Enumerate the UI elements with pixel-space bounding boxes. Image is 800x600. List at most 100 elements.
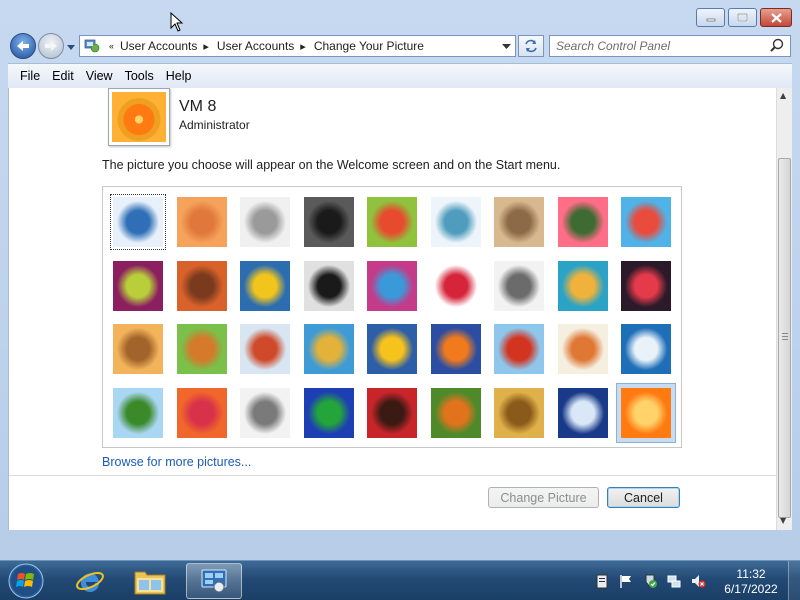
record-player-image	[303, 197, 354, 247]
maximize-button[interactable]	[728, 8, 757, 27]
address-overflow[interactable]: «	[109, 41, 114, 51]
woven-pattern-image	[367, 387, 417, 438]
search-icon[interactable]	[768, 38, 786, 54]
picture-option-roller-coaster[interactable]	[110, 194, 166, 250]
lucky-cat-image	[367, 197, 417, 247]
picture-option-tin-robot[interactable]	[240, 324, 290, 374]
picture-option-starfish[interactable]	[176, 197, 227, 247]
address-bar[interactable]: « User Accounts ▸ User Accounts ▸ Change Y…	[79, 35, 516, 57]
start-button[interactable]	[4, 561, 48, 600]
picture-option-woven-fabric[interactable]	[176, 260, 227, 311]
menu-edit[interactable]: Edit	[46, 69, 80, 83]
picture-option-marbles[interactable]	[240, 387, 290, 438]
search-box[interactable]	[549, 35, 791, 57]
picture-option-butterfly[interactable]	[430, 387, 481, 438]
fish-image	[430, 324, 481, 374]
picture-option-striped-fabric[interactable]	[176, 387, 227, 438]
picture-option-hot-air-balloon[interactable]	[494, 324, 544, 374]
green-window-image	[303, 387, 354, 438]
system-tray	[594, 561, 706, 600]
picture-option-green-window[interactable]	[303, 387, 354, 438]
picture-option-robot-toy[interactable]	[240, 197, 290, 247]
breadcrumb-user-accounts-2[interactable]: User Accounts ▸	[217, 39, 314, 53]
picture-option-dog[interactable]	[303, 260, 354, 311]
address-row: « User Accounts ▸ User Accounts ▸ Change Y…	[0, 32, 800, 60]
picture-option-sailboat[interactable]	[621, 324, 671, 374]
instruction-text: The picture you choose will appear on th…	[102, 158, 561, 172]
picture-option-woven-pattern[interactable]	[367, 387, 417, 438]
picture-option-stairs[interactable]	[557, 260, 608, 311]
grip-line	[782, 333, 788, 334]
chevron-right-icon[interactable]: ▸	[203, 40, 209, 53]
minimize-button[interactable]	[696, 8, 725, 27]
red-star-image	[430, 260, 481, 311]
picture-option-pomeranian[interactable]	[176, 324, 227, 374]
address-dropdown-icon[interactable]	[502, 43, 511, 50]
taskbar-control-panel[interactable]	[186, 563, 242, 599]
scroll-up-icon[interactable]: ▲	[780, 91, 786, 100]
breadcrumb-user-accounts-1[interactable]: User Accounts ▸	[120, 39, 217, 53]
picture-option-jacks[interactable]	[494, 260, 544, 311]
security-shield-icon[interactable]	[642, 573, 658, 589]
picture-option-record-player[interactable]	[303, 197, 354, 247]
robot-toy-image	[240, 197, 290, 247]
clock-time: 11:32	[736, 567, 766, 581]
orange-flower-image	[112, 92, 166, 142]
recent-pages-dropdown-icon[interactable]	[66, 42, 76, 52]
picture-option-clay-figure[interactable]	[557, 324, 608, 374]
menu-file[interactable]: File	[14, 69, 46, 83]
taskbar-internet-explorer[interactable]	[62, 563, 118, 599]
refresh-button[interactable]	[518, 35, 544, 57]
clipboard-icon[interactable]	[594, 573, 610, 589]
picture-option-pinwheel[interactable]	[621, 197, 671, 247]
volume-muted-icon[interactable]	[690, 573, 706, 589]
browse-more-pictures-link[interactable]: Browse for more pictures...	[102, 455, 251, 469]
picture-option-red-star[interactable]	[430, 260, 481, 311]
breadcrumb-change-your-picture[interactable]: Change Your Picture	[314, 39, 424, 53]
picture-option-lucky-cat[interactable]	[367, 197, 417, 247]
minimize-icon	[706, 18, 715, 21]
scroll-down-icon[interactable]: ▼	[780, 516, 786, 525]
pink-flower-image	[557, 197, 608, 247]
search-input[interactable]	[550, 39, 768, 53]
clock[interactable]: 11:32 6/17/2022	[718, 567, 784, 597]
picture-option-orange-flower[interactable]	[621, 387, 671, 438]
picture-option-crayons[interactable]	[367, 260, 417, 311]
vertical-scrollbar[interactable]: ▲ ▼	[776, 88, 792, 530]
forward-button[interactable]	[38, 33, 64, 59]
title-bar	[0, 0, 800, 32]
picture-option-soccer-ball[interactable]	[113, 387, 163, 438]
picture-option-lighthouse[interactable]	[557, 387, 608, 438]
picture-option-colorful-scarf[interactable]	[303, 324, 354, 374]
taskbar-windows-explorer[interactable]	[122, 563, 178, 599]
control-panel-icon	[84, 39, 100, 53]
change-picture-button[interactable]: Change Picture	[488, 487, 599, 508]
colorful-scarf-image	[303, 324, 354, 374]
picture-option-fish[interactable]	[430, 324, 481, 374]
action-center-flag-icon[interactable]	[618, 573, 634, 589]
scrollbar-thumb[interactable]	[778, 158, 791, 518]
chevron-right-icon[interactable]: ▸	[300, 40, 306, 53]
picture-option-spinning-top[interactable]	[430, 197, 481, 247]
picture-option-basket-weave[interactable]	[494, 387, 544, 438]
picture-option-pink-flower[interactable]	[557, 197, 608, 247]
picture-option-guitar[interactable]	[113, 324, 163, 374]
picture-option-sunflower[interactable]	[367, 324, 417, 374]
menu-view[interactable]: View	[80, 69, 119, 83]
back-button[interactable]	[10, 33, 36, 59]
network-icon[interactable]	[666, 573, 682, 589]
show-desktop-button[interactable]	[788, 561, 800, 600]
close-button[interactable]	[760, 8, 792, 27]
menu-help[interactable]: Help	[160, 69, 198, 83]
maximize-icon	[737, 13, 748, 22]
picture-option-ball[interactable]	[113, 260, 163, 311]
picture-option-ginkgo-leaf[interactable]	[240, 260, 290, 311]
picture-option-kitten[interactable]	[494, 197, 544, 247]
forward-arrow-icon	[45, 41, 57, 51]
picture-option-origami-crane[interactable]	[621, 260, 671, 311]
user-role: Administrator	[179, 118, 250, 132]
refresh-icon	[525, 39, 537, 53]
pomeranian-image	[176, 324, 227, 374]
cancel-button[interactable]: Cancel	[607, 487, 680, 508]
menu-tools[interactable]: Tools	[119, 69, 160, 83]
